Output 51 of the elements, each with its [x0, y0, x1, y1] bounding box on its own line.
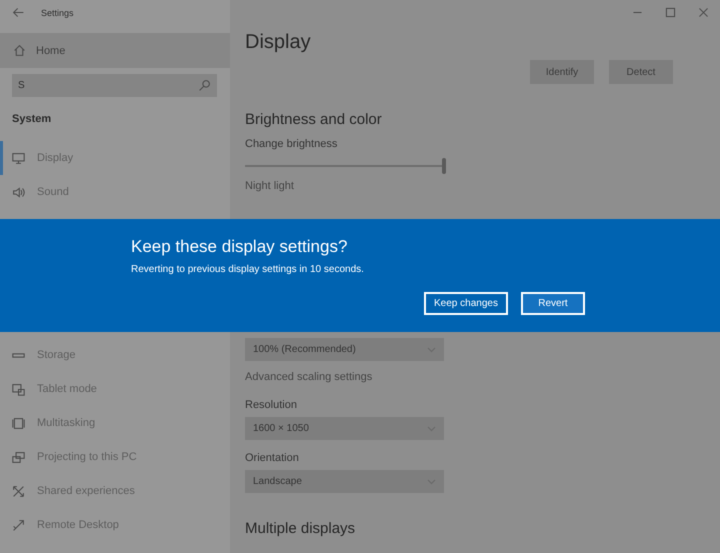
orientation-dropdown[interactable]: Landscape — [245, 470, 444, 493]
sidebar-item[interactable]: Storage — [0, 338, 230, 372]
section-heading: Brightness and color — [245, 111, 383, 128]
page-title: Display — [245, 31, 312, 54]
back-arrow-icon — [12, 6, 25, 19]
dialog-button[interactable]: Keep changes — [424, 292, 508, 315]
item-label: Remote Desktop — [37, 519, 119, 531]
dialog-title: Keep these display settings? — [131, 237, 348, 257]
slider-label: Change brightness — [245, 138, 338, 150]
item-label: Projecting to this PC — [37, 451, 137, 463]
sidebar-item[interactable]: Multitasking — [0, 406, 230, 440]
dialog-button[interactable]: Revert — [520, 292, 585, 315]
action-button[interactable]: Identify — [530, 60, 594, 84]
action-button[interactable]: Detect — [609, 60, 673, 84]
house-icon — [13, 44, 26, 57]
tablet-icon — [12, 382, 25, 396]
search-icon — [198, 79, 211, 92]
item-label: Storage — [37, 349, 76, 361]
item-label: Multitasking — [37, 417, 96, 429]
setting-link[interactable]: Night light — [245, 180, 720, 192]
section-heading: System — [12, 113, 52, 125]
item-label: Home — [36, 44, 66, 56]
sidebar-item[interactable]: Display — [0, 141, 230, 175]
slider-thumb[interactable] — [442, 158, 446, 174]
windows-icon — [12, 416, 25, 430]
item-label: Display — [37, 152, 74, 164]
item-label: Sound — [37, 186, 69, 198]
field-label: Orientation — [245, 452, 300, 464]
sidebar-item[interactable]: Shared experiences — [0, 474, 230, 508]
speaker-icon — [12, 186, 25, 198]
section-heading: Multiple displays — [245, 520, 356, 537]
cross-arrows-icon — [12, 484, 25, 498]
sidebar-item[interactable]: Sound — [0, 175, 230, 209]
setting-link[interactable]: Advanced scaling settings — [245, 371, 720, 383]
field-label: Resolution — [245, 399, 298, 411]
sidebar-item[interactable]: Tablet mode — [0, 372, 230, 406]
sidebar-item[interactable]: Remote Desktop — [0, 508, 230, 542]
sidebar-item[interactable]: Projecting to this PC — [0, 440, 230, 474]
screens-icon — [12, 450, 25, 464]
window-title: Settings — [41, 8, 74, 18]
scale-dropdown[interactable]: 100% (Recommended) — [245, 338, 444, 361]
home-item[interactable]: Home — [0, 33, 230, 68]
resolution-dropdown[interactable]: 1600 × 1050 — [245, 417, 444, 440]
remote-icon — [12, 518, 25, 532]
monitor-icon — [12, 152, 25, 164]
close-icon — [697, 6, 710, 19]
item-label: Tablet mode — [37, 383, 97, 395]
maximize-icon — [664, 6, 677, 19]
item-label: Shared experiences — [37, 485, 135, 497]
search-field[interactable]: S — [12, 74, 217, 97]
dialog-message: Reverting to previous display settings in 10 seconds. — [131, 264, 365, 275]
